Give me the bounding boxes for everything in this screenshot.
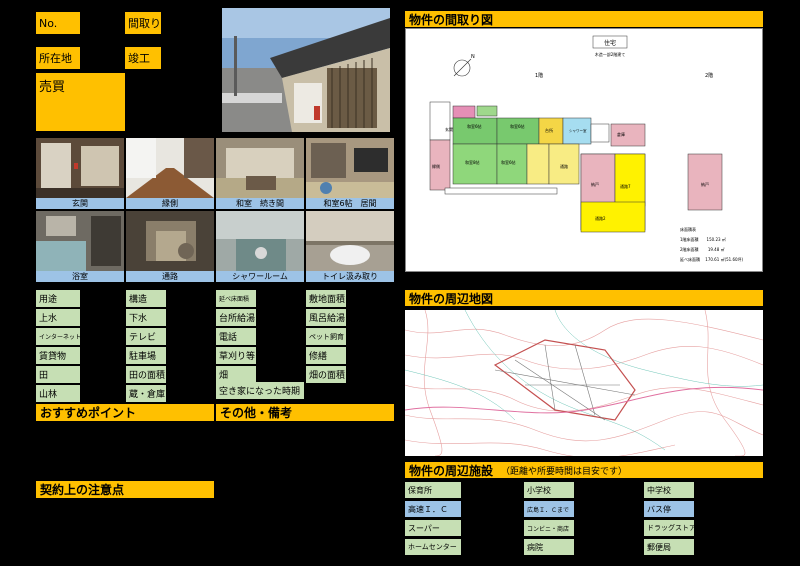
caption-bath: 浴室 [36,271,124,282]
floorplan-header: 物件の間取り図 [405,11,763,27]
facilities-header: 物件の周辺施設 （距離や所要時間は目安です） [405,462,763,478]
spec-use: 用途 [36,290,80,307]
spec-forest: 山林 [36,385,80,402]
caption-washitsu: 和室 続き間 [216,198,304,209]
facility-nursery: 保育所 [405,482,461,498]
fp-genkan: 玄関 [445,126,453,132]
fp-storage: 納戸 [591,181,599,187]
facility-convenience: コンビニ・商店 [524,520,574,536]
facility-drugstore: ドラッグストア [644,520,696,536]
fp-area-total: 延べ床面積 170.61 ㎡(51.60坪) [680,256,744,262]
caption-veranda: 縁側 [126,198,214,209]
fp-area1: 1階床面積 150.23 ㎡ [680,236,726,242]
sale-label: 売買 [36,73,125,131]
spec-repair: 修繕 [306,347,346,364]
spec-phone: 電話 [216,328,256,345]
spec-bath-hotwater: 風呂給湯 [306,309,346,326]
spec-sewer: 下水 [126,309,166,326]
spec-mowing: 草刈り等 [216,347,256,364]
spec-internet: インターネット [36,328,80,345]
built-label: 竣工 [125,47,161,69]
spec-parking: 駐車場 [126,347,166,364]
caption-entrance: 玄関 [36,198,124,209]
fp-passage: 通路 [560,163,568,169]
photo-toilet [306,211,394,271]
fp-floor2: 2階 [705,72,713,79]
photo-washitsu [216,138,304,198]
layout-label: 間取り [125,12,161,34]
facility-elementary: 小学校 [524,482,574,498]
fp-area-title: 床面積表 [680,226,696,232]
spec-kitchen-hotwater: 台所給湯 [216,309,256,326]
spec-field-area: 田の面積 [126,366,166,383]
facility-bus-stop: バス停 [644,501,694,517]
location-label: 所在地 [36,47,80,69]
spec-farm-area: 畑の面積 [306,366,346,383]
no-label: No. [36,12,80,34]
photo-passage [126,211,214,271]
spec-vacancy: 空き家になった時期 [216,382,304,399]
floorplan-panel: 住宅 木造一部2階建て 1階 2階 N 玄関 和室6帖 和室6帖 和室8帖 和室… [405,28,763,272]
fp-room4: 和室6帖 [501,159,516,165]
spec-storehouse: 蔵・倉庫 [126,385,166,402]
spec-pets: ペット飼育 [306,328,346,345]
photo-living [306,138,394,198]
contract-header: 契約上の注意点 [36,481,214,498]
fp-kitchen: 台所 [545,127,553,133]
facility-junior-high: 中学校 [644,482,694,498]
facilities-title: 物件の周辺施設 [409,463,494,478]
map-header: 物件の周辺地図 [405,290,763,306]
fp-warehouse: 倉庫 [617,131,625,137]
fp-engawa: 縁側 [432,163,440,169]
svg-text:N: N [471,54,475,60]
fp-title: 住宅 [604,39,616,47]
fp-area2: 2階床面積 19.48 ㎡ [680,246,725,252]
facility-hospital: 病院 [524,539,574,555]
fp-room1: 和室6帖 [467,123,482,129]
facility-home-center: ホームセンター [405,539,461,555]
fp-floor1: 1階 [535,72,543,79]
spec-farm: 畑 [216,366,256,383]
fp-room3: 和室8帖 [465,159,480,165]
facility-hiroshima-ic: 広島Ｉ．Ｃまで [524,501,574,517]
caption-living: 和室6帖 居間 [306,198,394,209]
fp-passage7: 通路7 [620,183,631,189]
caption-toilet: トイレ汲み取り [306,271,394,282]
fp-2f-room: 納戸 [701,181,709,187]
facilities-note: （距離や所要時間は目安です） [501,466,628,477]
spec-structure: 構造 [126,290,166,307]
recommend-header: おすすめポイント [36,404,214,421]
caption-passage: 通路 [126,271,214,282]
fp-room2: 和室6帖 [510,123,525,129]
photo-entrance [36,138,124,198]
fp-passage2: 通路2 [595,215,606,221]
spec-field: 田 [36,366,80,383]
facility-supermarket: スーパー [405,520,461,536]
caption-shower: シャワールーム [216,271,304,282]
spec-water: 上水 [36,309,80,326]
facility-highway-ic: 高速Ｉ．Ｃ [405,501,461,517]
photo-veranda [126,138,214,198]
facility-post-office: 郵便局 [644,539,694,555]
photo-shower [216,211,304,271]
fp-shower: シャワー室 [569,128,587,133]
spec-floor-area: 延べ床面積 [216,290,256,307]
exterior-photo [222,8,390,132]
surrounding-map[interactable] [405,310,763,456]
spec-land-area: 敷地面積 [306,290,346,307]
fp-subtitle: 木造一部2階建て [595,51,626,57]
spec-rental: 賃貸物 [36,347,80,364]
photo-bath [36,211,124,271]
remarks-header: その他・備考 [216,404,394,421]
spec-tv: テレビ [126,328,166,345]
